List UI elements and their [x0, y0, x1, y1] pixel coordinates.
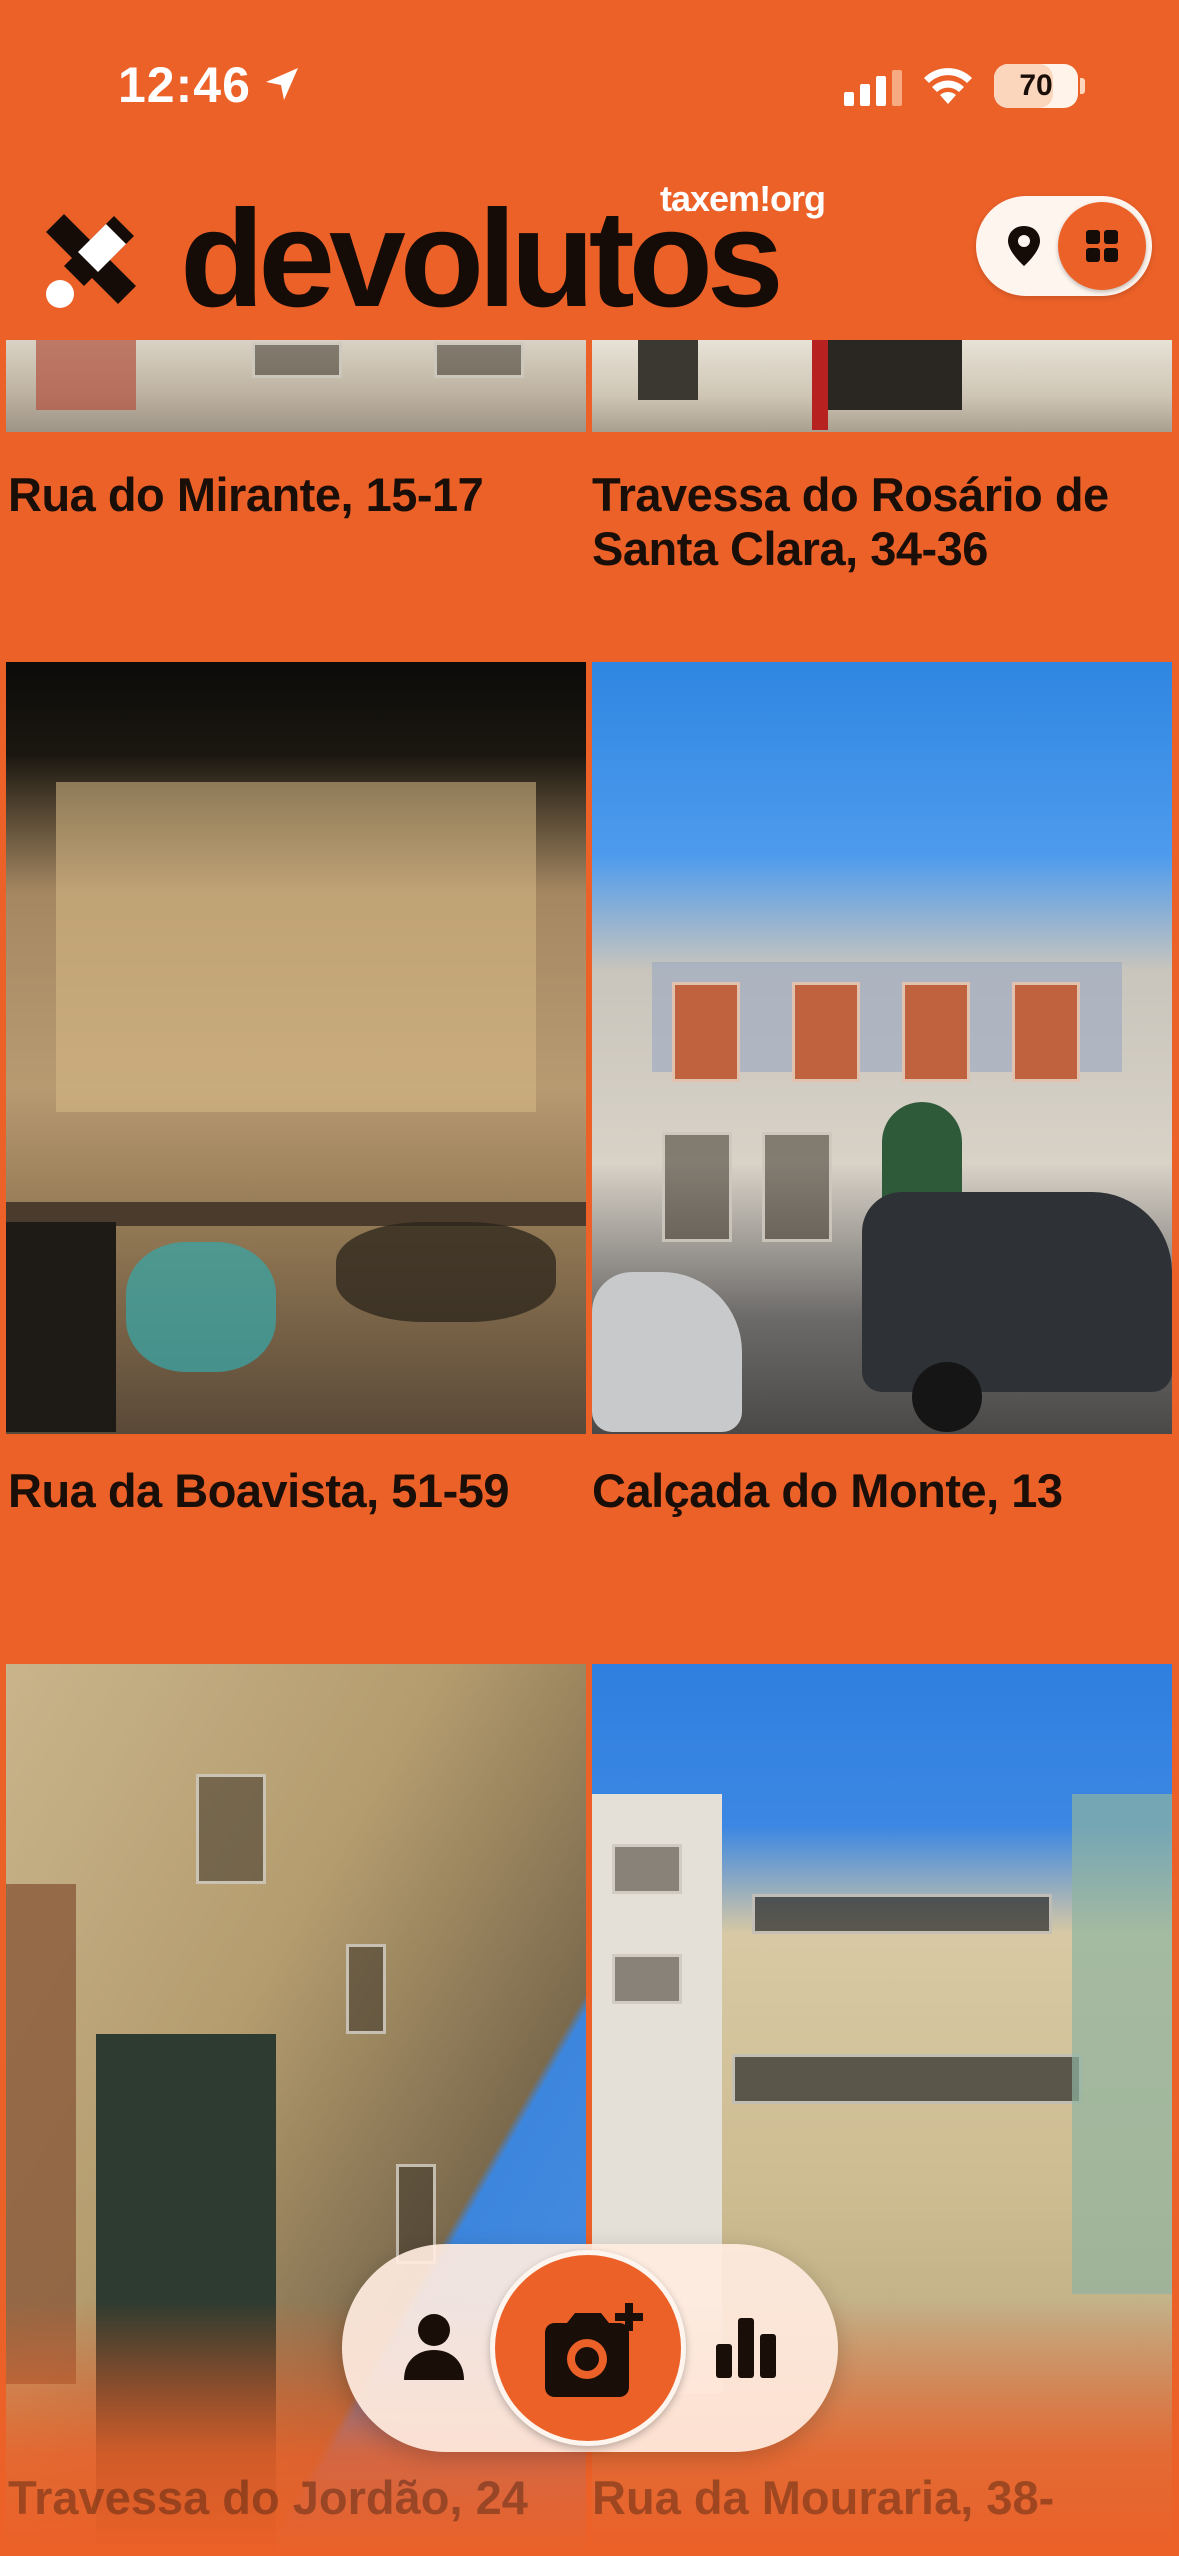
- listing-grid[interactable]: Rua do Mirante, 15-17 Travessa do Rosári…: [0, 340, 1179, 2556]
- status-time: 12:46: [118, 57, 251, 113]
- view-toggle[interactable]: [976, 196, 1152, 296]
- listing-address[interactable]: Calçada do Monte, 13: [592, 1464, 1172, 1518]
- listing-address[interactable]: Travessa do Rosário de Santa Clara, 34-3…: [592, 468, 1172, 576]
- listing-photo[interactable]: [6, 662, 586, 1434]
- map-pin-icon[interactable]: [1004, 224, 1044, 268]
- tab-bar: [342, 2244, 838, 2452]
- profile-icon[interactable]: [402, 2312, 466, 2382]
- devolutos-logo-icon: [46, 214, 136, 308]
- location-arrow-icon: [266, 68, 298, 100]
- camera-add-button[interactable]: [490, 2250, 686, 2446]
- listing-photo[interactable]: [592, 340, 1172, 432]
- listing-address[interactable]: Rua da Boavista, 51-59: [8, 1464, 558, 1518]
- camera-add-icon: [545, 2303, 643, 2397]
- app-header: devolutos taxem!org: [0, 170, 1179, 340]
- grid-icon: [1086, 230, 1118, 262]
- status-bar: 12:46 70: [0, 0, 1179, 170]
- listing-address[interactable]: Rua da Mouraria, 38-: [592, 2470, 1054, 2525]
- cellular-signal-icon: [844, 70, 902, 106]
- battery-percent: 70: [1019, 69, 1053, 102]
- listing-address[interactable]: Travessa do Jordão, 24: [8, 2470, 528, 2525]
- battery-tip: [1080, 78, 1085, 94]
- brand-tag: taxem!org: [660, 178, 826, 219]
- battery-indicator: 70: [994, 64, 1078, 108]
- stats-icon[interactable]: [716, 2314, 778, 2378]
- listing-photo[interactable]: [6, 340, 586, 432]
- listing-address[interactable]: Rua do Mirante, 15-17: [8, 468, 578, 522]
- wifi-icon: [924, 68, 972, 104]
- toggle-knob[interactable]: [1058, 202, 1146, 290]
- listing-photo[interactable]: [592, 662, 1172, 1434]
